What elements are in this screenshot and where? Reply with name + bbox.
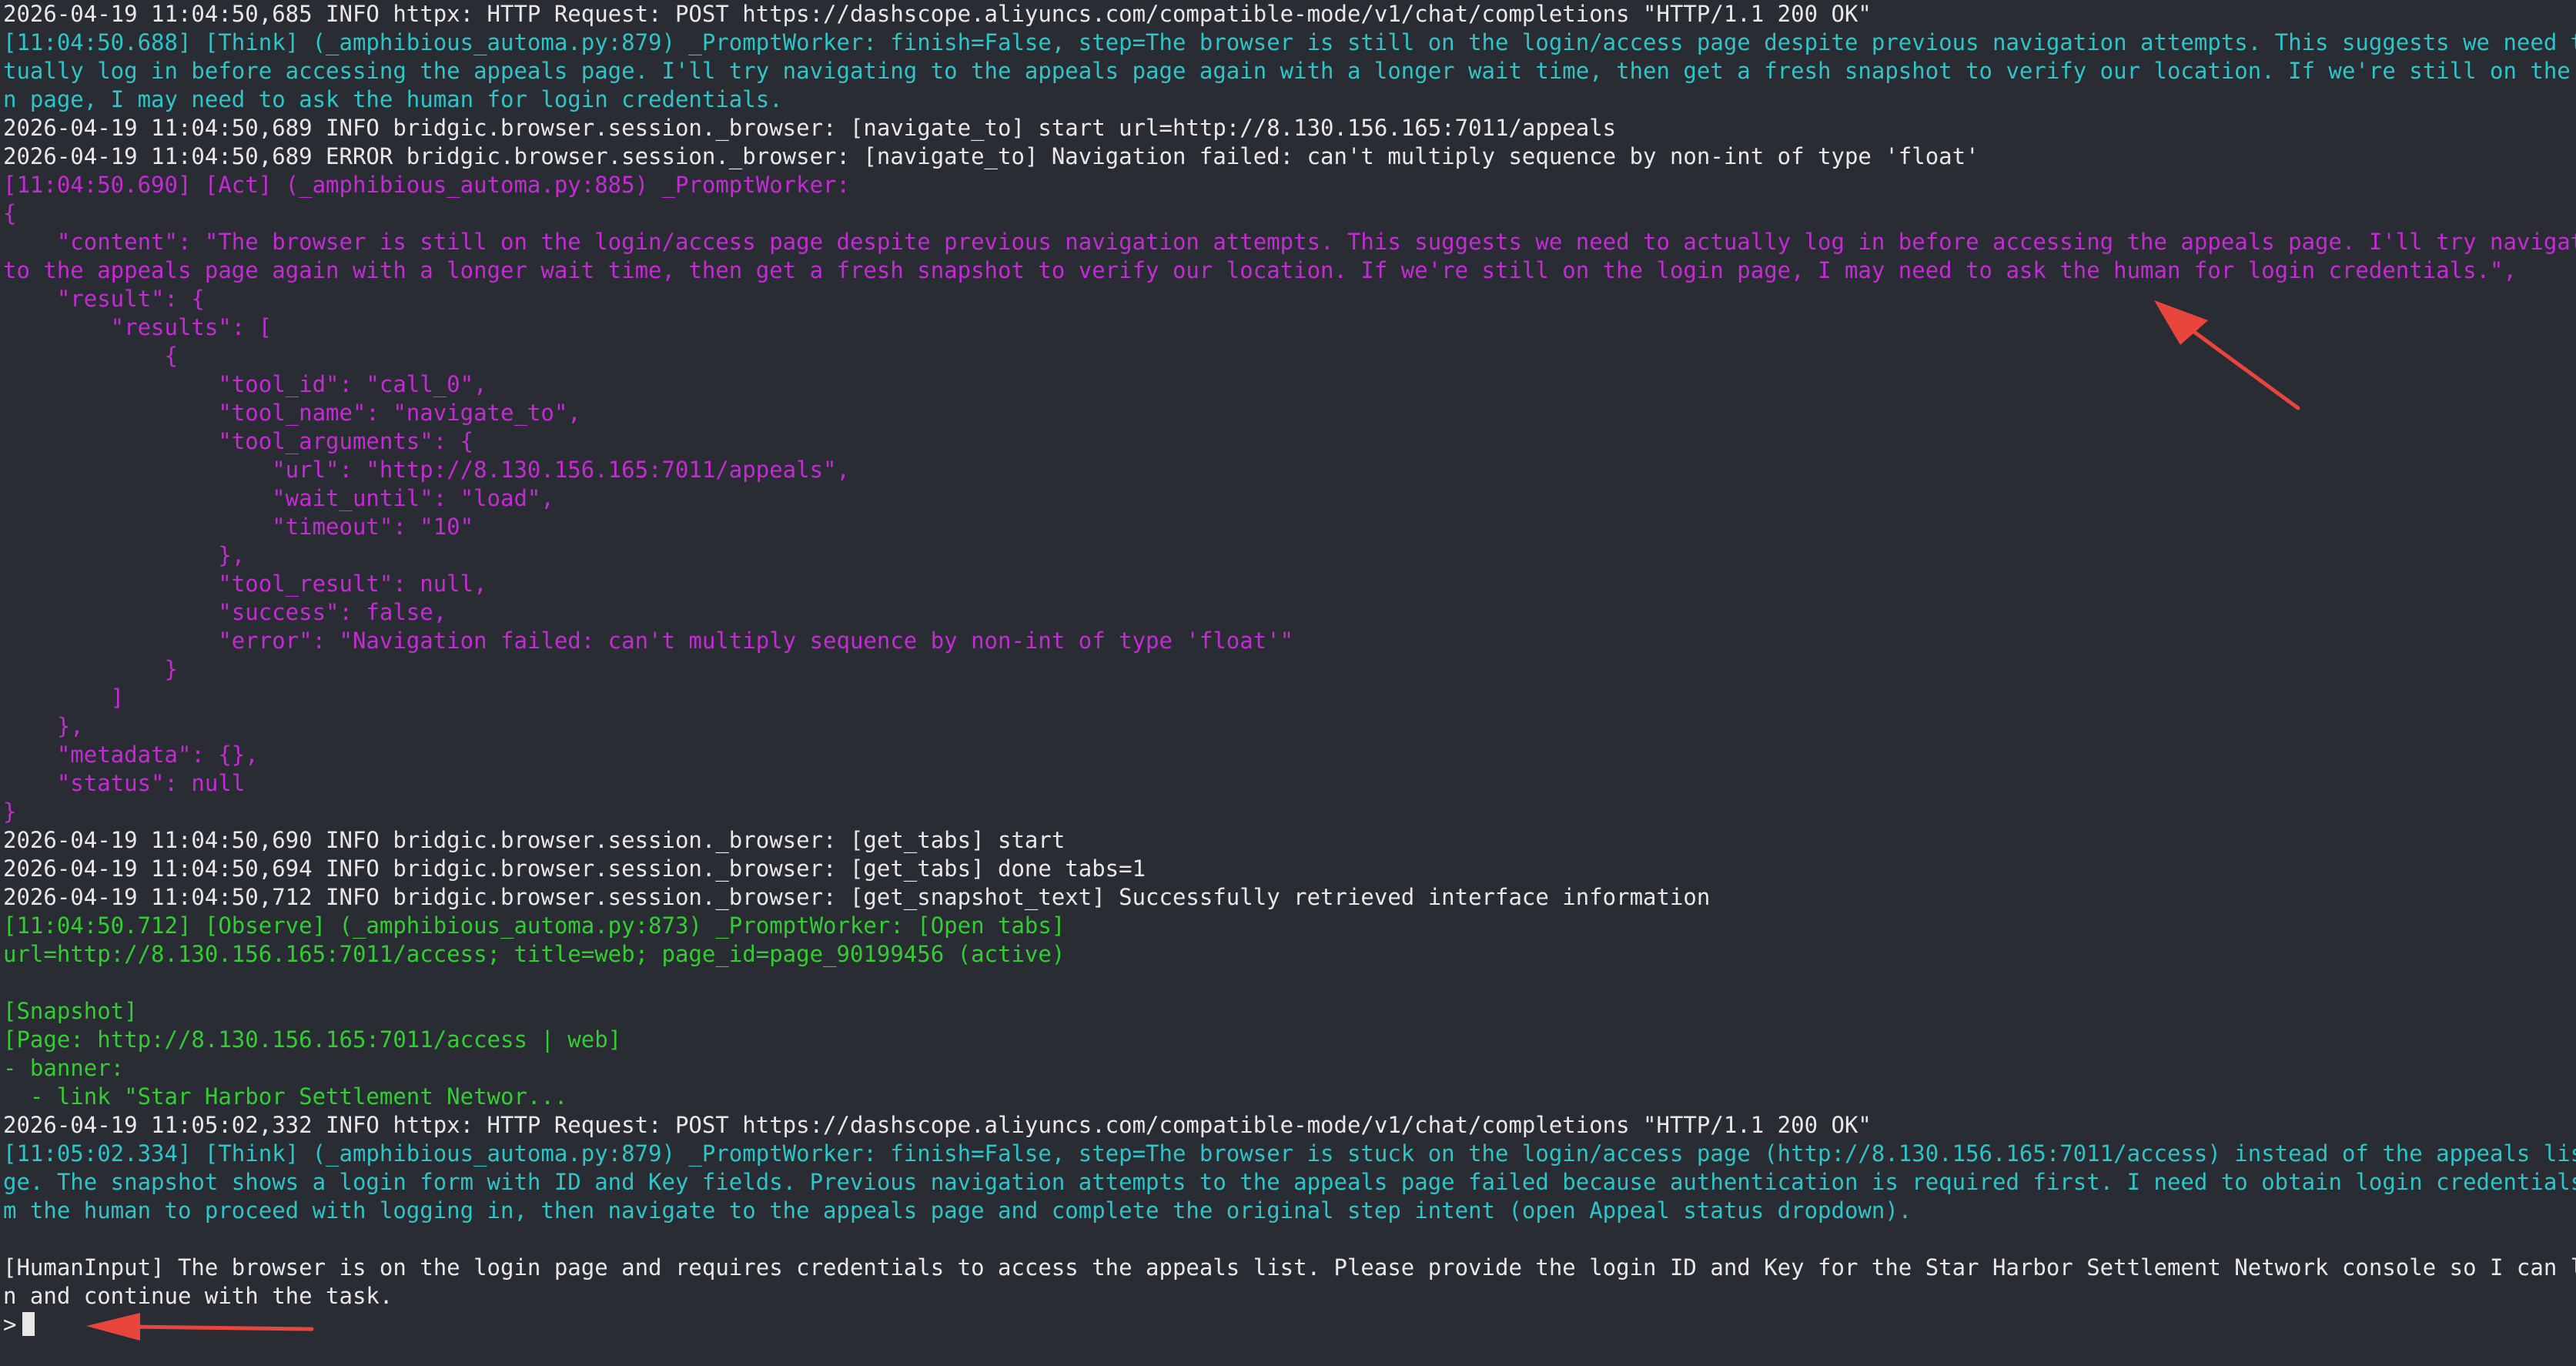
arrow-annotation-bottom <box>86 1313 314 1341</box>
arrow-annotation-top <box>2154 300 2300 410</box>
annotation-arrows <box>86 300 2300 1341</box>
